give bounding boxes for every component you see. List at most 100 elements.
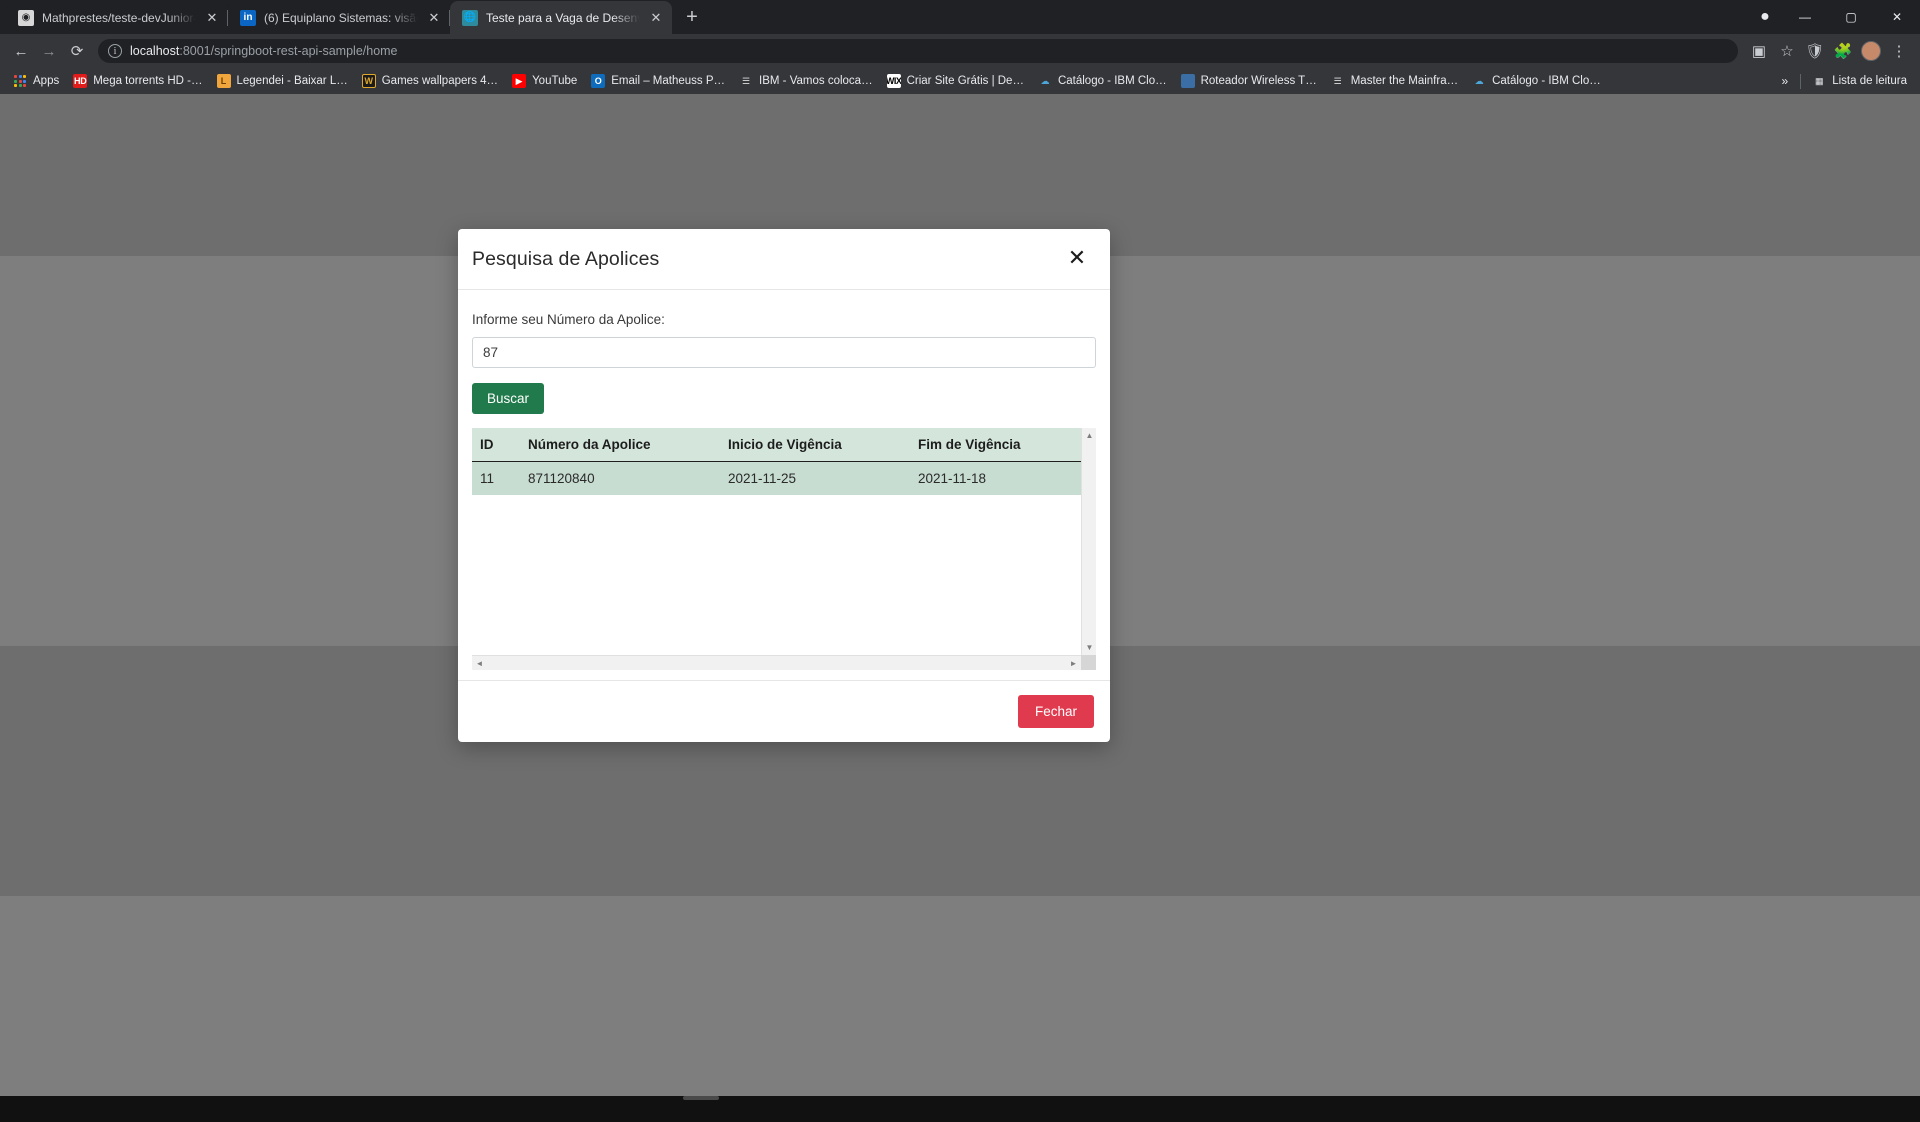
bookmark-master-mainframe[interactable]: ☰ Master the Mainfra… [1324, 71, 1465, 91]
kebab-menu-icon[interactable]: ⋮ [1886, 38, 1912, 64]
tab-strip: ◉ Mathprestes/teste-devJunior-equ ✕ in (… [0, 0, 1920, 34]
reading-list-icon: ▦ [1812, 74, 1826, 88]
browser-tab-2[interactable]: in (6) Equiplano Sistemas: visão ger ✕ [228, 1, 450, 34]
github-icon: ◉ [18, 10, 34, 26]
forward-icon[interactable]: → [36, 38, 62, 64]
address-bar[interactable]: i localhost:8001/springboot-rest-api-sam… [98, 39, 1738, 63]
legendei-icon: L [217, 74, 231, 88]
tab-close-icon[interactable]: ✕ [648, 10, 664, 26]
vertical-scrollbar-thumb[interactable] [1084, 445, 1094, 638]
games-wallpapers-icon: W [362, 74, 376, 88]
star-icon[interactable]: ☆ [1774, 38, 1800, 64]
bookmark-youtube[interactable]: ▶ YouTube [505, 71, 584, 91]
column-header-id[interactable]: ID [472, 428, 520, 462]
puzzle-icon[interactable]: 🧩 [1830, 38, 1856, 64]
scroll-up-icon[interactable]: ▲ [1082, 428, 1097, 443]
scroll-down-icon[interactable]: ▼ [1082, 640, 1097, 655]
policy-number-label: Informe seu Número da Apolice: [472, 312, 1096, 327]
bookmark-legendei[interactable]: L Legendei - Baixar L… [210, 71, 355, 91]
bookmark-apps[interactable]: Apps [6, 71, 66, 91]
overlay-band-bottom [0, 896, 1920, 1122]
close-modal-button[interactable]: Fechar [1018, 695, 1094, 728]
mt-hd-icon: HD [73, 74, 87, 88]
bookmark-label: Apps [33, 75, 59, 87]
column-header-fim[interactable]: Fim de Vigência [910, 428, 1081, 462]
table-header-row: ID Número da Apolice Inicio de Vigência … [472, 428, 1081, 462]
scroll-right-icon[interactable]: ► [1066, 656, 1081, 671]
bookmark-catalogo-ibm-2[interactable]: ☁ Catálogo - IBM Clo… [1465, 71, 1608, 91]
browser-tab-1[interactable]: ◉ Mathprestes/teste-devJunior-equ ✕ [6, 1, 228, 34]
bookmark-label: Catálogo - IBM Clo… [1058, 75, 1167, 87]
globe-icon: 🌐 [462, 10, 478, 26]
youtube-icon: ▶ [512, 74, 526, 88]
bookmark-label: Master the Mainfra… [1351, 75, 1458, 87]
apps-grid-icon [13, 74, 27, 88]
browser-toolbar: ← → ⟳ i localhost:8001/springboot-rest-a… [0, 34, 1920, 68]
bookmark-mega-torrents[interactable]: HD Mega torrents HD -… [66, 71, 209, 91]
bookmark-label: Games wallpapers 4… [382, 75, 498, 87]
results-table: ID Número da Apolice Inicio de Vigência … [472, 428, 1081, 495]
reload-icon[interactable]: ⟳ [64, 38, 90, 64]
reading-list-button[interactable]: ▦ Lista de leitura [1805, 71, 1914, 91]
record-icon[interactable]: ● [1748, 0, 1782, 34]
browser-tab-3-active[interactable]: 🌐 Teste para a Vaga de Desenvolved ✕ [450, 1, 672, 34]
outlook-icon: O [591, 74, 605, 88]
back-icon[interactable]: ← [8, 38, 34, 64]
bookmark-criar-site[interactable]: WIX Criar Site Grátis | De… [880, 71, 1031, 91]
address-bar-url: localhost:8001/springboot-rest-api-sampl… [130, 44, 398, 58]
cell-numero: 871120840 [520, 462, 720, 496]
toolbar-right-actions: ▣ ☆ 🛡 🧩 ⋮ [1746, 38, 1912, 64]
bookmark-catalogo-ibm-1[interactable]: ☁ Catálogo - IBM Clo… [1031, 71, 1174, 91]
avatar[interactable] [1861, 41, 1881, 61]
bookmark-label: Legendei - Baixar L… [237, 75, 348, 87]
window-controls: ● — ▢ ✕ [1748, 0, 1920, 34]
page-content: Pesquisa de Apolices ✕ Informe seu Númer… [0, 94, 1920, 1122]
results-table-body: 11 871120840 2021-11-25 2021-11-18 [472, 462, 1081, 496]
bookmark-label: IBM - Vamos coloca… [759, 75, 873, 87]
bookmark-label: YouTube [532, 75, 577, 87]
bookmark-label: Catálogo - IBM Clo… [1492, 75, 1601, 87]
results-table-head: ID Número da Apolice Inicio de Vigência … [472, 428, 1081, 462]
taskbar-indicator [683, 1096, 719, 1100]
divider [1800, 74, 1801, 89]
tab-close-icon[interactable]: ✕ [426, 10, 442, 26]
close-window-button[interactable]: ✕ [1874, 0, 1920, 34]
modal-header: Pesquisa de Apolices ✕ [458, 229, 1110, 290]
taskbar-strip [0, 1096, 1920, 1122]
wix-icon: WIX [887, 74, 901, 88]
scrollbar-corner [1081, 655, 1096, 670]
column-header-inicio[interactable]: Inicio de Vigência [720, 428, 910, 462]
horizontal-scrollbar[interactable]: ◄ ► [472, 655, 1081, 670]
bookmarks-overflow-icon[interactable]: » [1774, 72, 1797, 90]
tab-title: Mathprestes/teste-devJunior-equ [42, 11, 196, 25]
cell-id: 11 [472, 462, 520, 496]
close-icon[interactable]: ✕ [1064, 246, 1090, 272]
modal-footer: Fechar [458, 680, 1110, 742]
bookmark-games-wallpapers[interactable]: W Games wallpapers 4… [355, 71, 505, 91]
ibm-icon: ☰ [739, 74, 753, 88]
shield-icon[interactable]: 🛡 [1802, 38, 1828, 64]
bookmark-email[interactable]: O Email – Matheuss P… [584, 71, 732, 91]
ibm-icon: ☰ [1331, 74, 1345, 88]
maximize-button[interactable]: ▢ [1828, 0, 1874, 34]
policy-number-input[interactable] [472, 337, 1096, 368]
table-row[interactable]: 11 871120840 2021-11-25 2021-11-18 [472, 462, 1081, 496]
new-tab-button[interactable]: + [678, 3, 706, 31]
info-icon[interactable]: i [108, 44, 122, 58]
vertical-scrollbar[interactable]: ▲ ▼ [1081, 428, 1096, 655]
photo-icon [1181, 74, 1195, 88]
url-host: localhost [130, 44, 179, 58]
cell-inicio: 2021-11-25 [720, 462, 910, 496]
column-header-numero[interactable]: Número da Apolice [520, 428, 720, 462]
minimize-button[interactable]: — [1782, 0, 1828, 34]
search-button[interactable]: Buscar [472, 383, 544, 414]
results-table-container: ID Número da Apolice Inicio de Vigência … [472, 428, 1096, 670]
bookmark-roteador[interactable]: Roteador Wireless T… [1174, 71, 1324, 91]
translate-icon[interactable]: ▣ [1746, 38, 1772, 64]
tab-title: (6) Equiplano Sistemas: visão ger [264, 11, 418, 25]
scroll-left-icon[interactable]: ◄ [472, 656, 487, 671]
bookmark-ibm-vamos[interactable]: ☰ IBM - Vamos coloca… [732, 71, 880, 91]
reading-list-label: Lista de leitura [1832, 75, 1907, 87]
tab-close-icon[interactable]: ✕ [204, 10, 220, 26]
bookmark-label: Roteador Wireless T… [1201, 75, 1317, 87]
